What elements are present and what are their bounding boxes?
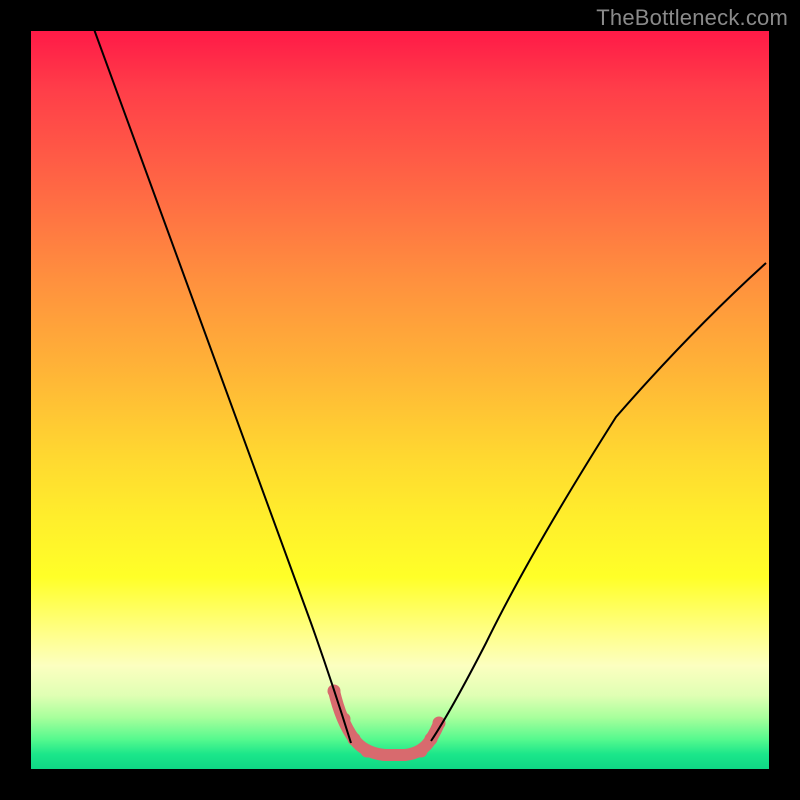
left-curve — [91, 31, 351, 743]
highlight-dot — [415, 745, 428, 758]
bottleneck-curve-plot — [31, 31, 769, 769]
watermark-text: TheBottleneck.com — [596, 5, 788, 31]
highlight-dot — [361, 745, 374, 758]
right-curve — [431, 263, 766, 741]
chart-area — [31, 31, 769, 769]
